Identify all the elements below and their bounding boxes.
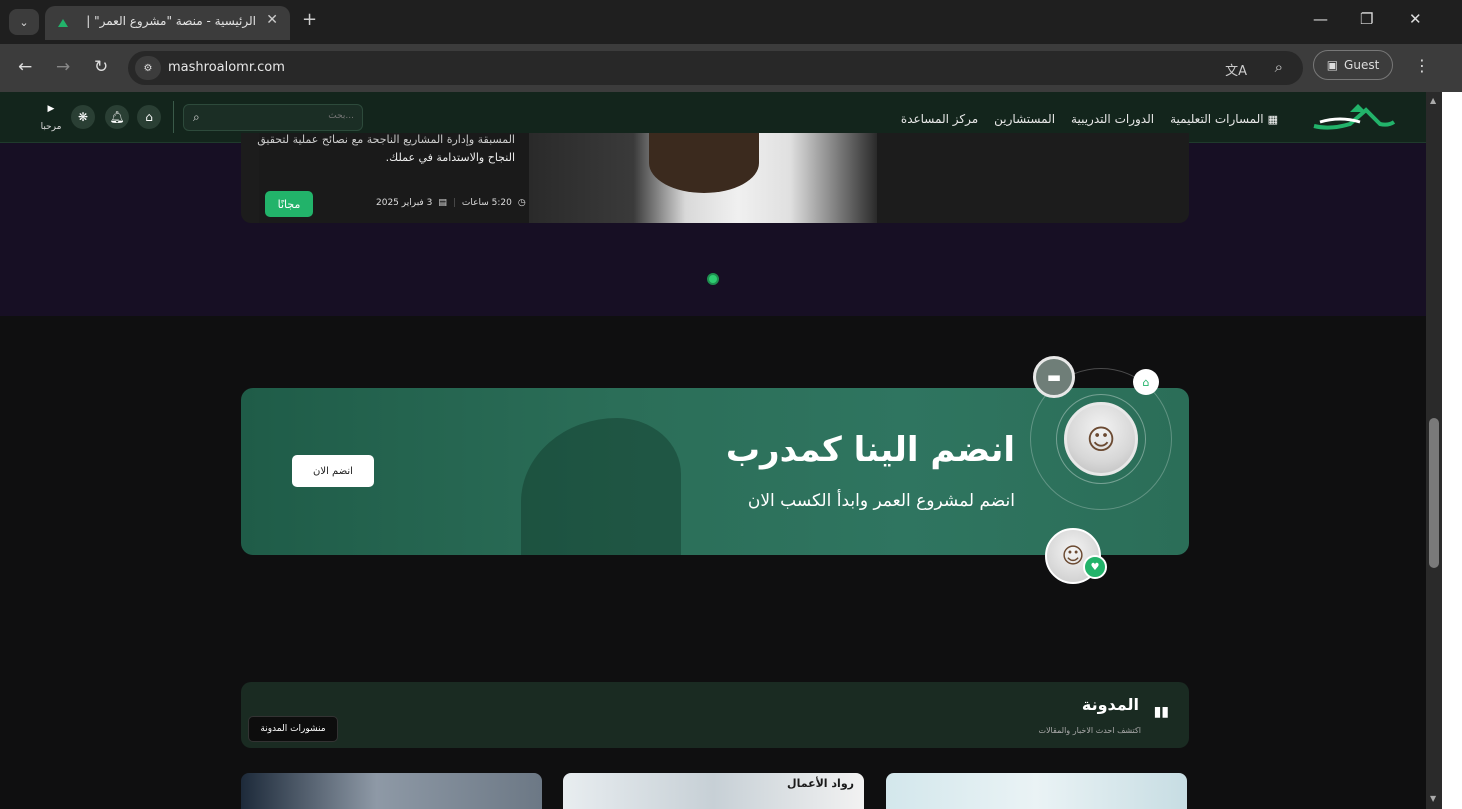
- blog-card[interactable]: [241, 773, 542, 809]
- restore-icon[interactable]: ❐: [1360, 10, 1373, 28]
- address-bar[interactable]: ⚙ mashroalomr.com 文A ⌕: [128, 51, 1303, 85]
- browser-menu-icon[interactable]: ⋮: [1414, 56, 1430, 75]
- nav-learning-paths[interactable]: ▦المسارات التعليمية: [1170, 112, 1278, 126]
- nav-consultants[interactable]: المستشارين: [994, 112, 1055, 126]
- notifications-icon[interactable]: 🔔︎: [105, 105, 129, 129]
- blog-card[interactable]: رواد الأعمال: [563, 773, 864, 809]
- calendar-icon: ▤: [438, 198, 447, 208]
- hero-carousel: المسبقة وإدارة المشاريع الناجحة مع نصائح…: [0, 133, 1426, 316]
- scroll-up-icon[interactable]: ▲: [1430, 96, 1436, 105]
- join-now-button[interactable]: انضم الان: [292, 455, 374, 487]
- grid-icon: ▦: [1267, 113, 1278, 126]
- url-text[interactable]: mashroalomr.com: [168, 60, 285, 75]
- cart-icon[interactable]: ⌂: [137, 105, 161, 129]
- translate-icon[interactable]: 文A: [1225, 60, 1247, 79]
- blog-title: المدونة: [1081, 695, 1139, 714]
- minimize-icon[interactable]: —: [1313, 10, 1328, 28]
- page-content: ▦المسارات التعليمية الدورات التدريبية ال…: [0, 92, 1426, 809]
- header-divider: [173, 101, 174, 133]
- nav-courses[interactable]: الدورات التدريبية: [1071, 112, 1154, 126]
- tab-title: الرئيسية - منصة "مشروع العمر" |: [86, 14, 256, 28]
- profile-button[interactable]: ▣ Guest: [1313, 50, 1393, 80]
- course-image: [529, 133, 877, 223]
- welcome-text: مرحبا: [40, 122, 62, 132]
- meta-separator: |: [452, 198, 456, 208]
- free-badge-button[interactable]: مجانًا: [265, 191, 313, 217]
- user-menu[interactable]: ▶ مرحبا: [36, 104, 66, 133]
- briefcase-icon: ▬: [1033, 356, 1075, 398]
- profile-label: Guest: [1344, 58, 1380, 72]
- reload-icon[interactable]: ↻: [94, 57, 108, 77]
- main-nav: ▦المسارات التعليمية الدورات التدريبية ال…: [868, 109, 1278, 129]
- course-info: المسبقة وإدارة المشاريع الناجحة مع نصائح…: [257, 133, 529, 223]
- close-window-icon[interactable]: ✕: [1409, 10, 1422, 28]
- settings-icon[interactable]: ❋: [71, 105, 95, 129]
- site-info-icon[interactable]: ⚙: [135, 56, 161, 80]
- back-icon[interactable]: ←: [18, 57, 32, 77]
- search-box[interactable]: ⌕: [183, 104, 363, 131]
- tab-close-icon[interactable]: ✕: [266, 12, 278, 28]
- profile-icon: ▣: [1326, 58, 1339, 72]
- forward-icon[interactable]: →: [56, 57, 70, 77]
- scroll-thumb[interactable]: [1429, 418, 1439, 568]
- clock-icon: ◷: [517, 198, 526, 208]
- site-logo[interactable]: [1310, 100, 1396, 134]
- heart-icon: ♥: [1083, 555, 1107, 579]
- zoom-icon[interactable]: ⌕: [1275, 58, 1283, 76]
- instructor-photo: [649, 133, 759, 193]
- flag-icon: ▶: [47, 104, 55, 114]
- blog-section-header: ▮▮ المدونة اكتشف احدث الاخبار والمقالات …: [241, 682, 1189, 748]
- nav-help-center[interactable]: مركز المساعدة: [901, 112, 978, 126]
- blog-posts-button[interactable]: منشورات المدونة: [248, 716, 338, 742]
- browser-tab[interactable]: الرئيسية - منصة "مشروع العمر" | ✕: [45, 6, 290, 40]
- banner-subtitle: انضم لمشروع العمر وابدأ الكسب الان: [747, 491, 1015, 511]
- window-edge: [1442, 92, 1462, 809]
- page-scrollbar[interactable]: ▲ ▼: [1426, 92, 1442, 809]
- browser-toolbar: ← → ↻ ⚙ mashroalomr.com 文A ⌕ ▣ Guest ⋮: [0, 44, 1462, 92]
- banner-background-image: [521, 418, 681, 555]
- tab-search-button[interactable]: ⌄: [9, 9, 39, 35]
- course-card[interactable]: المسبقة وإدارة المشاريع الناجحة مع نصائح…: [241, 133, 1189, 223]
- course-description-line2: النجاح والاستدامة في عملك.: [385, 151, 515, 164]
- blog-card[interactable]: [886, 773, 1187, 809]
- scroll-down-icon[interactable]: ▼: [1430, 794, 1436, 803]
- blog-card-caption: رواد الأعمال: [787, 777, 854, 790]
- course-meta: ◷ 5:20 ساعات | ▤ 3 فبراير 2025: [376, 198, 526, 208]
- search-icon[interactable]: ⌕: [193, 110, 200, 125]
- blog-subtitle: اكتشف احدث الاخبار والمقالات: [1038, 726, 1141, 735]
- trainer-avatar: ☺: [1064, 402, 1138, 476]
- banner-title: انضم الينا كمدرب: [725, 430, 1015, 470]
- course-date: 3 فبراير 2025: [376, 198, 433, 208]
- book-icon: ▮▮: [1153, 704, 1169, 720]
- carousel-dot[interactable]: [707, 273, 719, 285]
- new-tab-button[interactable]: +: [302, 9, 317, 30]
- browser-tab-bar: ⌄ الرئيسية - منصة "مشروع العمر" | ✕ + — …: [0, 0, 1462, 44]
- course-duration: 5:20 ساعات: [461, 198, 512, 208]
- course-description-line1: المسبقة وإدارة المشاريع الناجحة مع نصائح…: [257, 133, 515, 146]
- home-icon: ⌂: [1133, 369, 1159, 395]
- site-favicon-icon: [58, 19, 68, 27]
- search-input[interactable]: [214, 111, 354, 121]
